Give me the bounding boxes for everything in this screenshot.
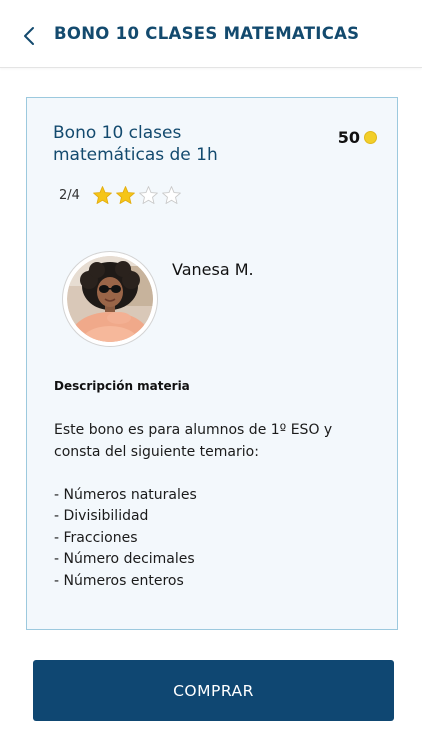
top-bar: BONO 10 CLASES MATEMATICAS xyxy=(0,0,422,68)
price-badge: 50 xyxy=(338,128,377,147)
star-filled-icon xyxy=(116,186,135,204)
topic-item: - Fracciones xyxy=(54,529,138,546)
tutor-name: Vanesa M. xyxy=(172,260,254,279)
rating: 2/4 xyxy=(59,185,182,206)
tutor-photo xyxy=(67,256,153,342)
description-intro: Este bono es para alumnos de 1º ESO y co… xyxy=(54,422,333,460)
avatar xyxy=(62,251,158,347)
product-card: Bono 10 clases matemáticas de 1h 50 2/4 xyxy=(26,97,398,630)
topic-item: - Divisibilidad xyxy=(54,508,149,524)
description-heading: Descripción materia xyxy=(54,379,190,393)
star-outline-icon xyxy=(139,186,158,204)
rating-stars xyxy=(92,185,182,206)
buy-button[interactable]: COMPRAR xyxy=(33,660,394,721)
star-filled-icon xyxy=(93,186,112,204)
product-title: Bono 10 clases matemáticas de 1h xyxy=(53,123,218,165)
coin-icon xyxy=(364,131,377,144)
star-outline-icon xyxy=(162,186,181,204)
price-value: 50 xyxy=(337,128,360,147)
topic-item: - Número decimales xyxy=(54,551,195,567)
chevron-left-icon[interactable] xyxy=(18,24,42,48)
rating-text: 2/4 xyxy=(59,188,80,203)
description-body: Este bono es para alumnos de 1º ESO y co… xyxy=(54,420,374,592)
page-title: BONO 10 CLASES MATEMATICAS xyxy=(54,24,360,43)
topic-item: - Números naturales xyxy=(54,486,197,503)
topic-list: - Números naturales - Divisibilidad - Fr… xyxy=(54,485,374,593)
topic-item: - Números enteros xyxy=(54,572,184,589)
